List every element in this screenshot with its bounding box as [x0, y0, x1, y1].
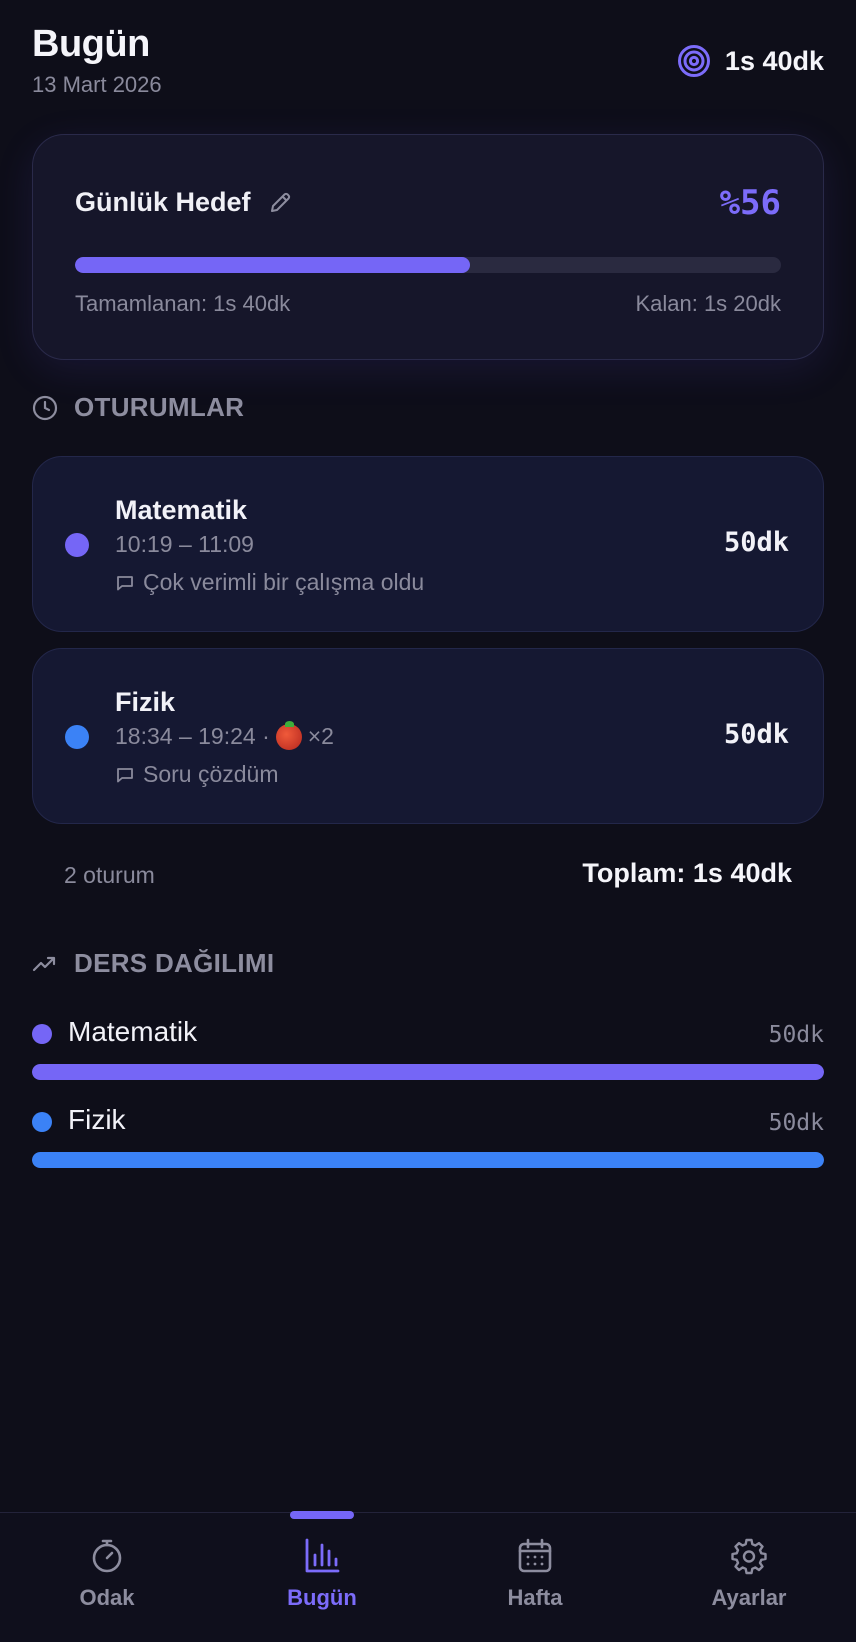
comment-icon [117, 575, 133, 590]
subject-name: Matematik [68, 1016, 198, 1047]
nav-label: Bugün [287, 1585, 357, 1610]
gear-icon [731, 1538, 767, 1575]
goal-title: Günlük Hedef [75, 187, 251, 217]
nav-label: Hafta [507, 1585, 563, 1610]
session-total: Toplam: 1s 40dk [582, 858, 792, 888]
session-time: 10:19 – 11:09 [115, 531, 254, 558]
nav-item-hafta[interactable]: Hafta [455, 1537, 615, 1611]
sessions-header: OTURUMLAR [32, 392, 244, 423]
nav-active-indicator [290, 1511, 354, 1519]
subject-color-dot [32, 1112, 52, 1132]
header-total: 1s 40dk [677, 44, 824, 78]
session-time-range: 10:19 – 11:09 [115, 531, 254, 557]
nav-item-ayarlar[interactable]: Ayarlar [669, 1537, 829, 1611]
clock-icon [32, 395, 58, 420]
goal-progress-track [75, 257, 781, 273]
target-icon [677, 45, 710, 77]
distribution-title: DERS DAĞILIMI [74, 948, 275, 978]
session-color-dot [65, 533, 89, 557]
subject-bar-track [32, 1064, 824, 1080]
calendar-icon [518, 1538, 552, 1573]
subject-duration: 50dk [768, 1022, 824, 1048]
bottom-nav: Odak Bugün Hafta Ayarlar [0, 1511, 856, 1642]
nav-label: Odak [79, 1585, 135, 1610]
header: Bugün 13 Mart 2026 1s 40dk [32, 22, 824, 102]
comment-icon [117, 767, 133, 782]
today-screen: Bugün 13 Mart 2026 1s 40dk Günlük Hedef … [0, 0, 856, 1642]
session-duration: 50dk [723, 719, 789, 750]
goal-title-row: Günlük Hedef [75, 187, 293, 218]
session-color-dot [65, 725, 89, 749]
subject-name: Fizik [68, 1104, 126, 1135]
session-note: Soru çözdüm [115, 761, 279, 788]
session-pomodoro-count: ×2 [307, 723, 334, 749]
sessions-title: OTURUMLAR [74, 392, 245, 422]
session-subject: Fizik [115, 687, 176, 717]
tomato-icon [275, 720, 302, 750]
nav-label: Ayarlar [711, 1585, 787, 1610]
session-count: 2 oturum [64, 862, 155, 888]
daily-goal-card: Günlük Hedef %56 Tamamlanan: 1s 40dk Kal… [32, 134, 824, 360]
goal-remaining: Kalan: 1s 20dk [635, 291, 781, 316]
trend-up-icon [32, 956, 56, 971]
distribution-row: Matematik 50dk [32, 1012, 824, 1082]
distribution-header: DERS DAĞILIMI [32, 948, 274, 979]
distribution-row: Fizik 50dk [32, 1100, 824, 1170]
session-duration: 50dk [723, 527, 789, 558]
session-time-range: 18:34 – 19:24 · [115, 723, 270, 749]
header-total-value: 1s 40dk [724, 45, 824, 76]
session-card[interactable]: Fizik 18:34 – 19:24 · ×2 Soru çözdüm 50d… [32, 648, 824, 824]
subject-bar-fill [32, 1064, 824, 1080]
goal-progress-fill [75, 257, 471, 273]
session-note: Çok verimli bir çalışma oldu [115, 569, 424, 596]
session-note-text: Soru çözdüm [143, 761, 279, 787]
subject-bar-track [32, 1152, 824, 1168]
nav-item-bugun[interactable]: Bugün [242, 1537, 402, 1611]
session-note-text: Çok verimli bir çalışma oldu [143, 569, 425, 595]
subject-duration: 50dk [768, 1110, 824, 1136]
session-card[interactable]: Matematik 10:19 – 11:09 Çok verimli bir … [32, 456, 824, 632]
subject-color-dot [32, 1024, 52, 1044]
pencil-icon[interactable] [267, 190, 293, 216]
session-time: 18:34 – 19:24 · ×2 [115, 720, 334, 750]
goal-completed: Tamamlanan: 1s 40dk [75, 291, 291, 316]
bar-chart-icon [305, 1538, 340, 1573]
goal-percent: %56 [719, 183, 781, 223]
subject-bar-fill [32, 1152, 824, 1168]
nav-item-odak[interactable]: Odak [27, 1537, 187, 1611]
session-subject: Matematik [115, 495, 248, 525]
stopwatch-icon [92, 1539, 122, 1573]
